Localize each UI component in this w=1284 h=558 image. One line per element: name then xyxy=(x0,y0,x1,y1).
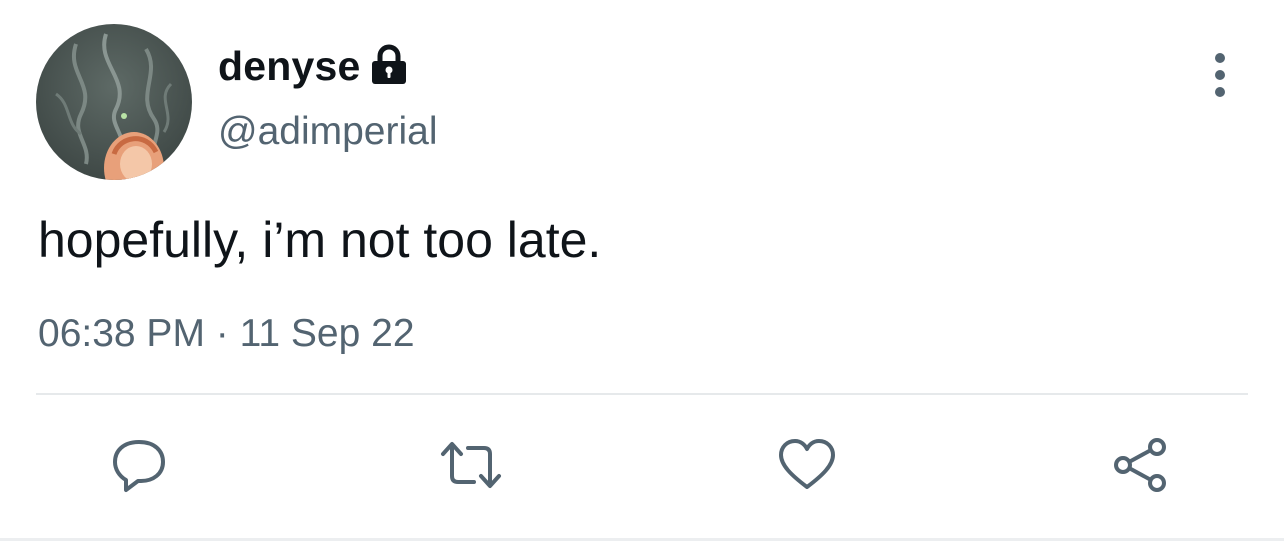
share-icon xyxy=(1114,438,1166,492)
retweet-button[interactable] xyxy=(438,432,504,498)
reply-icon xyxy=(113,440,165,492)
divider xyxy=(36,393,1248,395)
avatar-image xyxy=(36,24,192,180)
like-button[interactable] xyxy=(774,432,840,498)
display-name[interactable]: denyse xyxy=(218,40,361,92)
author-name-row: denyse xyxy=(218,40,409,92)
heart-icon xyxy=(779,439,835,489)
more-options-button[interactable] xyxy=(1196,48,1244,104)
lock-icon xyxy=(369,44,409,91)
more-vertical-icon xyxy=(1215,53,1225,97)
author-handle[interactable]: @adimperial xyxy=(218,108,438,156)
tweet-text: hopefully, i’m not too late. xyxy=(38,212,602,268)
bottom-border xyxy=(0,538,1284,541)
avatar[interactable] xyxy=(36,24,192,180)
share-button[interactable] xyxy=(1108,432,1174,498)
tweet-timestamp[interactable]: 06:38 PM · 11 Sep 22 xyxy=(38,310,415,358)
retweet-icon xyxy=(441,442,501,488)
reply-button[interactable] xyxy=(106,432,172,498)
